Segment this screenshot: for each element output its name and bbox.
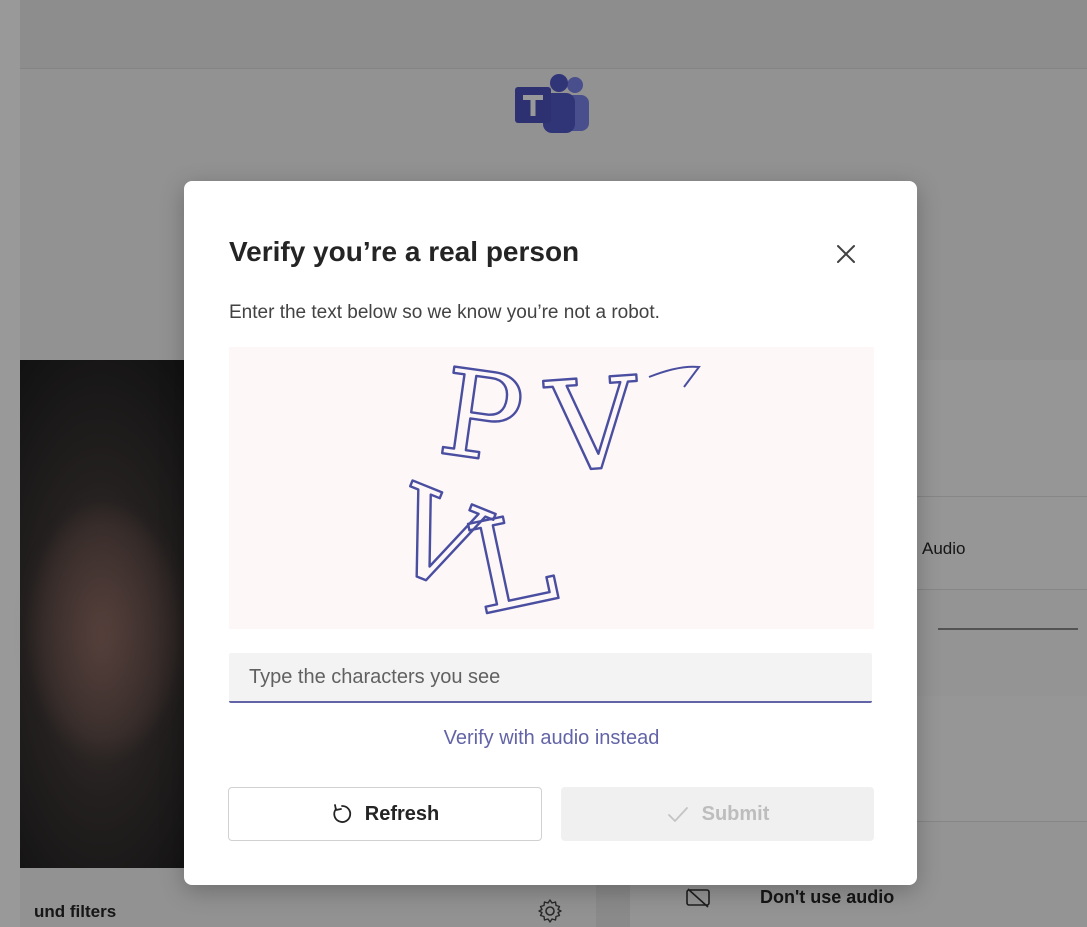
dialog-title: Verify you’re a real person [229,236,580,267]
refresh-label: Refresh [364,802,440,825]
refresh-button[interactable]: Refresh [228,787,542,841]
checkmark-icon [667,807,688,822]
verify-with-audio-link[interactable]: Verify with audio instead [229,727,874,750]
captcha-graphic: P V V L [367,347,701,629]
close-icon [837,245,855,263]
captcha-char: L [456,485,567,629]
captcha-char: V [541,351,646,502]
dialog-subtitle: Enter the text below so we know you’re n… [229,302,660,323]
refresh-icon [333,804,351,823]
captcha-image: P V V L [229,347,874,629]
close-button[interactable] [830,238,862,270]
captcha-input[interactable] [229,653,872,703]
submit-button[interactable]: Submit [561,787,874,841]
verify-dialog: Verify you’re a real person Enter the te… [184,181,917,885]
submit-label: Submit [701,802,770,825]
